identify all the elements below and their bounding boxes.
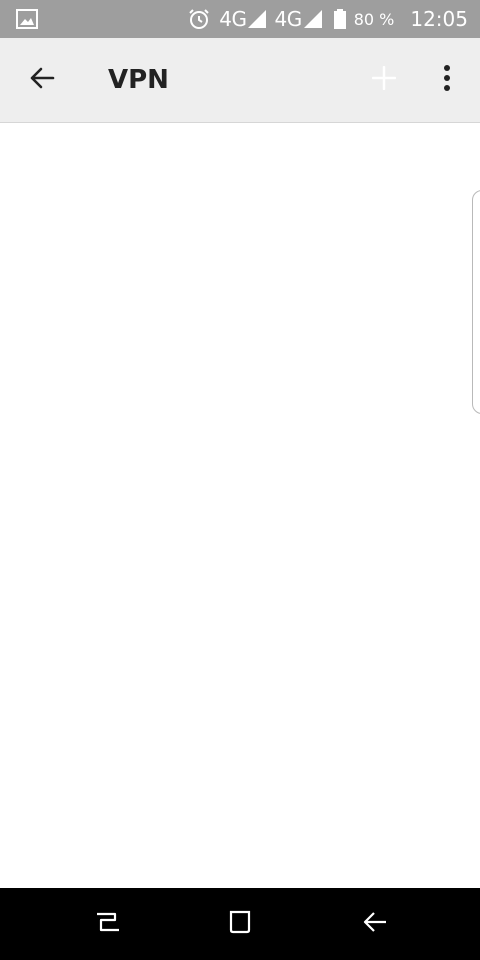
recents-button[interactable] [88,904,128,944]
image-notification-icon [16,9,38,29]
app-bar: VPN [0,38,480,123]
back-icon [362,910,388,938]
nav-back-button[interactable] [355,904,395,944]
recents-icon [95,910,121,938]
back-arrow-icon [29,66,55,94]
signal-icon [248,10,267,28]
status-icons: 4G 4G 80 % 12:05 [187,0,468,38]
more-vert-icon [443,65,451,95]
home-icon [228,910,252,938]
navigation-bar [0,888,480,960]
add-icon [371,65,397,94]
home-button[interactable] [220,904,260,944]
signal-icon [303,10,322,28]
page-title: VPN [108,65,169,95]
status-bar: 4G 4G 80 % 12:05 [0,0,480,38]
clock: 12:05 [410,7,468,31]
network-type-1: 4G [219,7,247,31]
screen: 4G 4G 80 % 12:05 VPN [0,0,480,960]
more-options-button[interactable] [427,60,467,100]
back-button[interactable] [22,60,62,100]
network-type-2: 4G [274,7,302,31]
edge-panel-handle[interactable] [472,190,480,414]
battery-percentage: 80 % [353,9,395,29]
add-vpn-button[interactable] [364,60,404,100]
battery-icon [333,9,346,29]
vpn-list-content [0,123,480,888]
alarm-icon [187,7,211,31]
